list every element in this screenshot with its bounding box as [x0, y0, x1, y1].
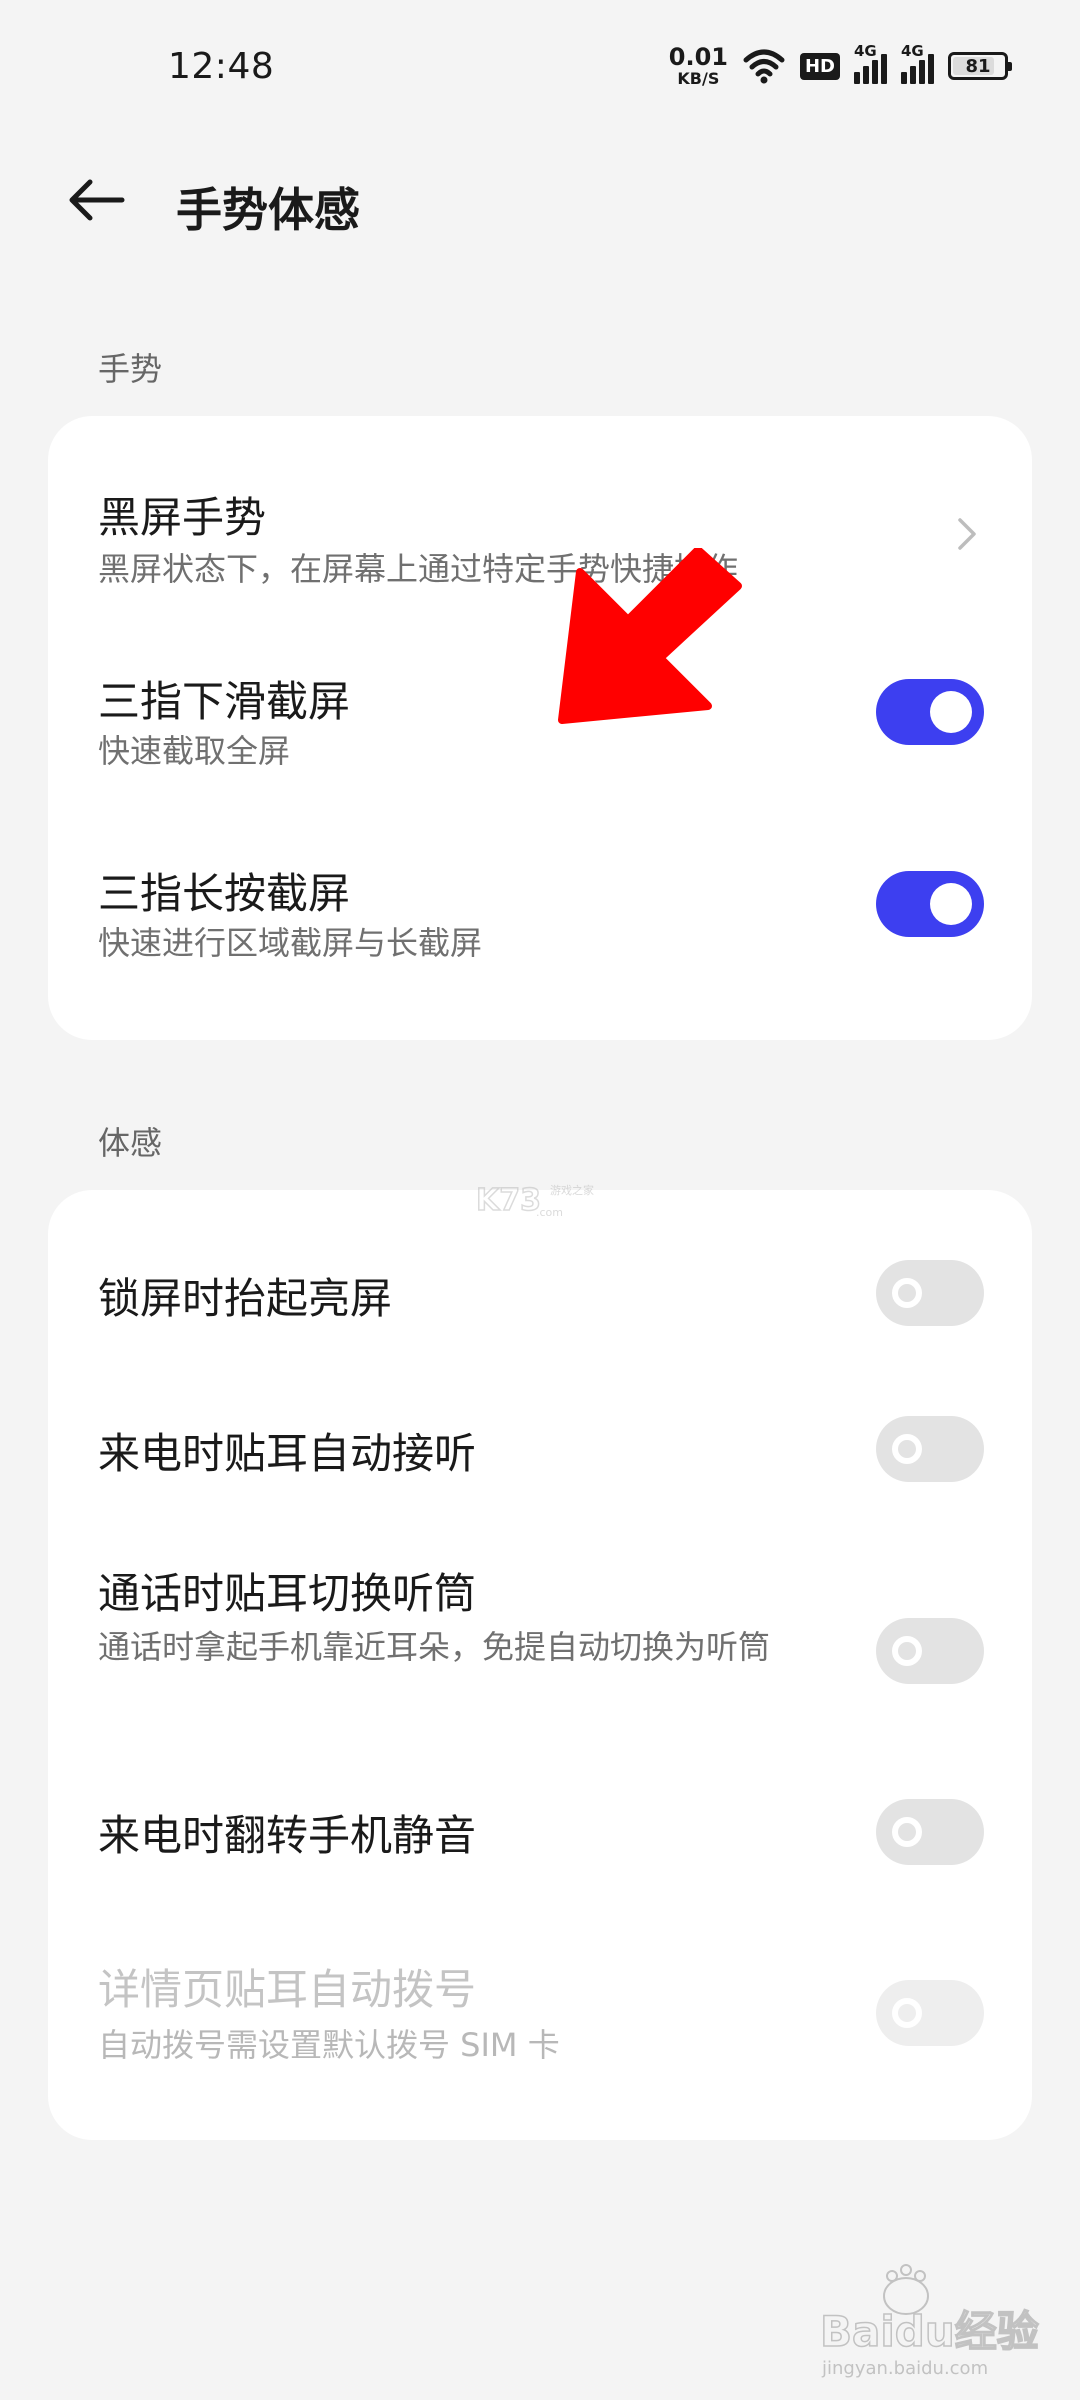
section-label-gesture: 手势	[98, 350, 163, 388]
back-button[interactable]	[56, 170, 136, 230]
signal-strength-sim1: 4G	[854, 42, 887, 84]
setting-title: 详情页贴耳自动拨号	[98, 1965, 477, 2014]
setting-subtitle: 黑屏状态下，在屏幕上通过特定手势快捷操作	[98, 550, 739, 588]
network-speed-unit: KB/S	[677, 69, 720, 88]
raise-to-wake-toggle[interactable]	[876, 1260, 984, 1326]
page-title: 手势体感	[176, 183, 360, 237]
setting-row-switch-earpiece[interactable]: 通话时贴耳切换听筒 通话时拿起手机靠近耳朵，免提自动切换为听筒	[48, 1506, 1032, 1754]
network-speed-value: 0.01	[668, 43, 728, 71]
setting-title: 三指长按截屏	[98, 869, 351, 918]
k73-logo-domain: .com	[536, 1206, 563, 1219]
setting-row-flip-to-mute[interactable]: 来电时翻转手机静音	[48, 1754, 1032, 1918]
setting-row-three-finger-hold-screenshot[interactable]: 三指长按截屏 快速进行区域截屏与长截屏	[48, 808, 1032, 1000]
setting-subtitle: 通话时拿起手机靠近耳朵，免提自动切换为听筒	[98, 1628, 771, 1666]
wifi-icon	[743, 49, 785, 84]
setting-title: 三指下滑截屏	[98, 677, 351, 726]
status-bar: 12:48 0.01 KB/S HD 4G 4G 81	[0, 0, 1080, 140]
k73-logo-subtext: 游戏之家	[550, 1183, 594, 1197]
baidu-watermark-logo: Baidu经验 jingyan.baidu.com	[819, 2264, 1039, 2379]
hd-voice-badge: HD	[799, 52, 840, 80]
status-time: 12:48	[168, 46, 275, 87]
setting-title: 来电时翻转手机静音	[98, 1811, 477, 1860]
setting-subtitle: 快速截取全屏	[98, 732, 291, 770]
battery-level: 81	[965, 55, 991, 77]
gesture-settings-card: 黑屏手势 黑屏状态下，在屏幕上通过特定手势快捷操作 三指下滑截屏 快速截取全屏 …	[48, 416, 1032, 1040]
k73-watermark-logo: K73 游戏之家 .com	[476, 1182, 594, 1219]
section-label-motion: 体感	[98, 1124, 163, 1162]
signal-type-label: 4G	[854, 42, 877, 60]
annotation-arrow-icon	[558, 548, 742, 724]
baidu-logo-text: Baidu经验	[820, 2307, 1039, 2356]
setting-subtitle: 自动拨号需设置默认拨号 SIM 卡	[98, 2026, 560, 2064]
setting-title: 通话时贴耳切换听筒	[98, 1569, 477, 1618]
setting-title: 来电时贴耳自动接听	[98, 1429, 477, 1478]
chevron-right-icon	[958, 518, 976, 550]
network-speed: 0.01 KB/S	[669, 45, 728, 87]
battery-icon: 81	[948, 52, 1012, 80]
baidu-logo-domain: jingyan.baidu.com	[821, 2358, 988, 2379]
setting-subtitle: 快速进行区域截屏与长截屏	[98, 924, 483, 962]
auto-dial-toggle	[876, 1980, 984, 2046]
setting-row-screen-off-gesture[interactable]: 黑屏手势 黑屏状态下，在屏幕上通过特定手势快捷操作	[48, 416, 1032, 616]
three-finger-swipe-toggle[interactable]	[876, 679, 984, 745]
three-finger-hold-toggle[interactable]	[876, 871, 984, 937]
setting-row-three-finger-swipe-screenshot[interactable]: 三指下滑截屏 快速截取全屏	[48, 616, 1032, 808]
setting-row-auto-dial: 详情页贴耳自动拨号 自动拨号需设置默认拨号 SIM 卡	[48, 1918, 1032, 2140]
k73-logo-text: K73	[476, 1183, 541, 1218]
auto-answer-toggle[interactable]	[876, 1416, 984, 1482]
arrow-left-icon	[69, 179, 125, 221]
motion-settings-card: 锁屏时抬起亮屏 来电时贴耳自动接听 通话时贴耳切换听筒 通话时拿起手机靠近耳朵，…	[48, 1190, 1032, 2140]
setting-title: 锁屏时抬起亮屏	[98, 1274, 393, 1323]
signal-type-label: 4G	[901, 42, 924, 60]
app-header: 手势体感	[0, 150, 1080, 250]
signal-strength-sim2: 4G	[901, 42, 934, 84]
status-icons: 0.01 KB/S HD 4G 4G 81	[669, 42, 1012, 88]
setting-row-auto-answer[interactable]: 来电时贴耳自动接听	[48, 1350, 1032, 1506]
flip-to-mute-toggle[interactable]	[876, 1799, 984, 1865]
setting-title: 黑屏手势	[98, 493, 267, 542]
switch-earpiece-toggle[interactable]	[876, 1618, 984, 1684]
